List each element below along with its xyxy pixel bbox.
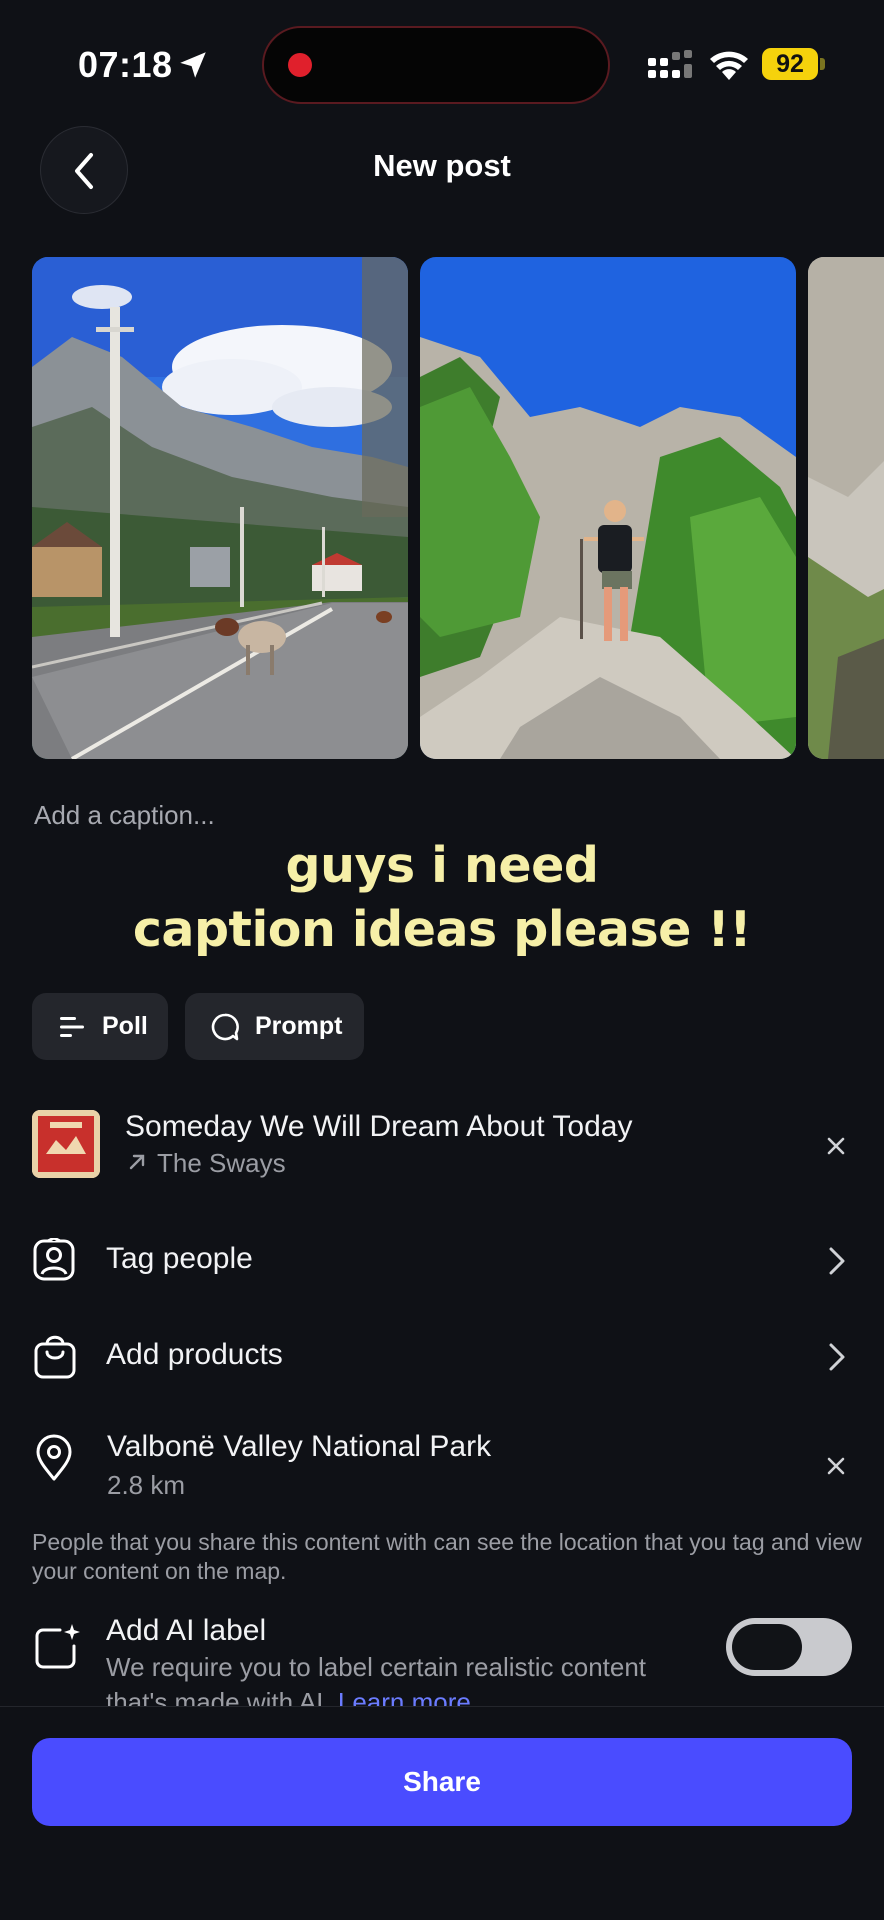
poll-button[interactable]: Poll [32, 993, 168, 1060]
remove-music-close-icon[interactable] [826, 1136, 846, 1156]
ai-label-title: Add AI label [106, 1614, 267, 1647]
location-row[interactable]: Valbonë Valley National Park 2.8 km [0, 1422, 884, 1508]
prompt-label: Prompt [255, 1012, 343, 1040]
page-title: New post [373, 148, 511, 183]
carousel-photo-hiker[interactable] [420, 257, 796, 759]
share-button[interactable]: Share [32, 1738, 852, 1826]
location-pin-icon [36, 1434, 72, 1481]
location-distance: 2.8 km [107, 1470, 186, 1500]
toggle-knob [732, 1624, 802, 1670]
wifi-icon [710, 51, 748, 80]
ai-label-toggle[interactable] [726, 1618, 852, 1676]
battery-icon: 92 [762, 48, 826, 80]
location-privacy-note: People that you share this content with … [32, 1529, 862, 1584]
song-artist: The Sways [157, 1148, 286, 1178]
carousel-photo-partial[interactable] [808, 257, 884, 759]
song-title: Someday We Will Dream About Today [125, 1110, 633, 1143]
shopping-bag-icon [34, 1335, 76, 1379]
ai-label-description: We require you to label certain realisti… [106, 1650, 666, 1706]
dynamic-island [262, 26, 610, 104]
location-arrow-icon [180, 52, 206, 78]
chevron-right-icon [829, 1247, 845, 1275]
recording-indicator-icon [288, 53, 312, 77]
bottom-divider [0, 1706, 884, 1707]
add-products-row[interactable]: Add products [0, 1330, 884, 1382]
poll-icon [60, 1016, 84, 1037]
battery-level: 92 [762, 48, 818, 80]
arrow-up-right-icon [129, 1154, 145, 1170]
add-products-label: Add products [106, 1338, 283, 1371]
carousel-photo-road[interactable] [32, 257, 408, 759]
ai-sparkle-icon [35, 1624, 80, 1669]
media-carousel[interactable] [0, 257, 884, 759]
learn-more-link[interactable]: Learn more [338, 1687, 471, 1706]
caption-overlay-line: guys i need [285, 837, 599, 894]
caption-overlay-text: guys i need caption ideas please !! [0, 834, 884, 962]
cellular-signal-icon [648, 50, 692, 78]
album-art [32, 1110, 100, 1178]
status-bar: 07:18 92 [0, 0, 884, 120]
music-row[interactable]: Someday We Will Dream About Today The Sw… [0, 1100, 884, 1190]
location-name: Valbonë Valley National Park [107, 1430, 492, 1463]
remove-location-close-icon[interactable] [826, 1456, 846, 1476]
tag-people-icon [33, 1238, 75, 1281]
prompt-bubble-icon [211, 1013, 239, 1040]
caption-overlay-line: caption ideas please !! [132, 901, 752, 958]
caption-input[interactable]: Add a caption... [34, 800, 215, 831]
tag-people-row[interactable]: Tag people [0, 1234, 884, 1286]
poll-label: Poll [102, 1012, 148, 1040]
status-time: 07:18 [78, 44, 173, 85]
tag-people-label: Tag people [106, 1242, 253, 1275]
prompt-button[interactable]: Prompt [185, 993, 364, 1060]
chevron-right-icon [829, 1343, 845, 1371]
